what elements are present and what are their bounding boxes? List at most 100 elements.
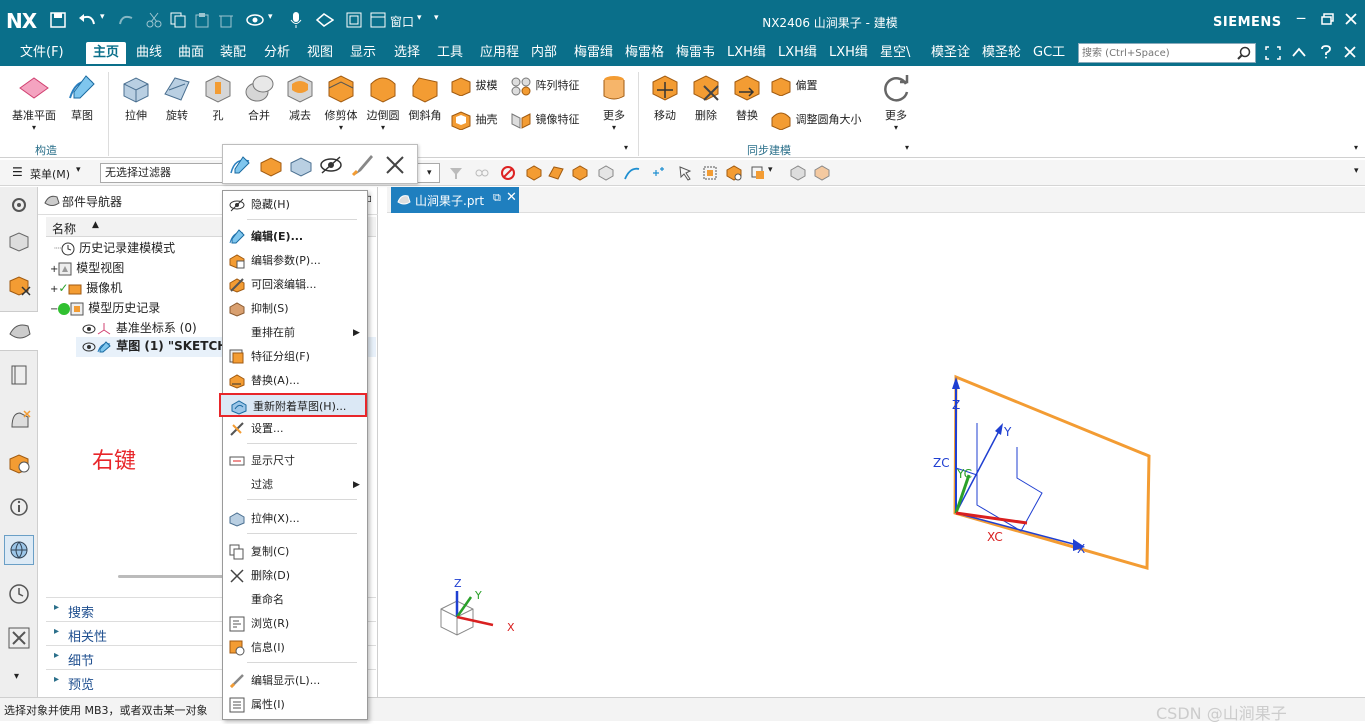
subtract-button[interactable]: 减去 [280, 72, 320, 123]
minimize-button[interactable]: ‒ [1296, 8, 1306, 27]
save-icon[interactable] [50, 12, 66, 28]
sketch-button[interactable]: 草图 [62, 72, 102, 123]
component-select-icon[interactable] [750, 165, 766, 181]
window-menu-dropdown-icon[interactable]: ▾ [417, 13, 422, 23]
move-face-button[interactable]: 移动 [645, 72, 685, 123]
group-dropdown-icon[interactable]: ▾ [905, 143, 909, 152]
unite-button[interactable]: 合并 [239, 72, 279, 123]
sheet-body-icon[interactable] [572, 165, 588, 181]
menu-item-information[interactable]: 信息(I) [223, 636, 367, 660]
assembly-navigator-icon[interactable] [8, 231, 30, 253]
menu-item-delete[interactable]: 删除(D) [223, 564, 367, 588]
menu-item-extrude[interactable]: 拉伸(X)... [223, 507, 367, 531]
no-select-icon[interactable] [500, 165, 516, 181]
tab-lxh-3[interactable]: LXH缉 [825, 42, 871, 64]
tools-icon[interactable] [8, 627, 30, 649]
menu-button[interactable]: 菜单(M) [30, 166, 70, 182]
tab-tools[interactable]: 工具 [433, 42, 469, 64]
menu-item-reorder-before[interactable]: 重排在前 ▶ [223, 321, 367, 345]
menu-hamburger-icon[interactable]: ☰ [12, 165, 23, 179]
tree-item-model-views[interactable]: + 模型视图 [50, 259, 124, 276]
close-button[interactable] [1345, 13, 1357, 25]
tab-custom-2[interactable]: 梅雷格 [621, 42, 667, 64]
redo-icon[interactable] [118, 12, 136, 28]
fullscreen-icon[interactable] [1265, 46, 1281, 60]
constraint-navigator-icon[interactable] [8, 273, 32, 297]
tab-home[interactable]: 主页 [86, 42, 126, 64]
point-icon[interactable] [650, 165, 666, 181]
tab-file[interactable]: 文件(F) [16, 42, 66, 64]
tab-custom-1[interactable]: 梅雷缉 [570, 42, 616, 64]
settings-icon[interactable] [9, 195, 29, 215]
menu-item-feature-group[interactable]: 特征分组(F) [223, 345, 367, 369]
web-browser-icon[interactable] [8, 407, 32, 431]
shell-button[interactable]: 抽壳 [450, 110, 510, 131]
draft-button[interactable]: 拔模 [450, 76, 510, 97]
solid-body-icon[interactable] [526, 165, 542, 181]
trim-body-button[interactable]: 修剪体 ▾ [321, 72, 361, 132]
show-hide-icon[interactable] [246, 14, 264, 26]
restore-button[interactable] [1321, 13, 1334, 25]
menu-item-replace[interactable]: 替换(A)... [223, 369, 367, 393]
command-search[interactable] [1078, 43, 1256, 63]
chevron-down-icon[interactable]: ▾ [768, 165, 773, 175]
menu-item-properties[interactable]: 属性(I) [223, 693, 367, 717]
mirror-feature-button[interactable]: 镜像特征 [510, 110, 590, 130]
menu-item-hide[interactable]: 隐藏(H) [223, 193, 367, 217]
tab-gc-tools[interactable]: GC工 [1029, 42, 1073, 64]
show-hide-dropdown-icon[interactable]: ▾ [268, 12, 273, 22]
collapse-ribbon-icon[interactable] [1292, 47, 1306, 57]
part-navigator-tab[interactable] [0, 311, 38, 351]
edit-sketch-icon[interactable] [229, 153, 253, 177]
delete-face-button[interactable]: 删除 [686, 72, 726, 123]
replace-face-button[interactable]: 替换 [727, 72, 767, 123]
tab-analysis[interactable]: 分析 [260, 42, 296, 64]
more-sync-button[interactable]: 更多 ▾ [876, 72, 916, 132]
command-search-input[interactable] [1079, 44, 1229, 62]
copy-icon[interactable] [170, 12, 186, 28]
extrude-icon[interactable] [289, 153, 313, 177]
delete-icon[interactable] [218, 12, 234, 28]
popout-icon[interactable]: ⧉ [493, 191, 501, 205]
menu-item-edit-parameters[interactable]: 编辑参数(P)... [223, 249, 367, 273]
menu-item-filter[interactable]: 过滤 ▶ [223, 473, 367, 497]
face-icon[interactable] [548, 165, 564, 181]
tab-lxh-2[interactable]: LXH缉 [774, 42, 820, 64]
tab-surface[interactable]: 曲面 [174, 42, 210, 64]
close-part-icon[interactable] [1344, 46, 1356, 58]
chevron-down-icon[interactable]: ▾ [14, 671, 19, 682]
tree-item-model-history[interactable]: − 模型历史记录 [50, 299, 160, 316]
model-viewport[interactable]: Z Y ZC YC XC X Z Y X [387, 213, 1365, 697]
system-materials-tab[interactable] [4, 535, 34, 565]
box-select-icon[interactable] [702, 165, 718, 181]
tree-item-cameras[interactable]: +✓ 摄像机 [50, 279, 122, 296]
more-features-button[interactable]: 更多 ▾ [594, 72, 634, 132]
feature-select-icon[interactable] [726, 165, 742, 181]
group-dropdown-icon[interactable]: ▾ [624, 143, 628, 152]
menu-item-copy[interactable]: 复制(C) [223, 540, 367, 564]
menu-item-rename[interactable]: 重命名 [223, 588, 367, 612]
edit-display-icon[interactable] [351, 153, 375, 177]
tab-select[interactable]: 选择 [390, 42, 426, 64]
menu-item-edit-display[interactable]: 编辑显示(L)... [223, 669, 367, 693]
close-tab-icon[interactable]: ✕ [506, 190, 517, 205]
snap-point-icon[interactable] [678, 165, 694, 181]
body-icon[interactable] [598, 165, 614, 181]
tab-assembly[interactable]: 装配 [216, 42, 252, 64]
link-icon[interactable] [474, 165, 490, 181]
tab-application[interactable]: 应用程 [476, 42, 522, 64]
menu-item-browse[interactable]: 浏览(R) [223, 612, 367, 636]
cut-icon[interactable] [146, 12, 162, 28]
menu-item-settings[interactable]: 设置... [223, 417, 367, 441]
menu-item-reattach-sketch[interactable]: 重新附着草图(H)... [219, 393, 367, 417]
close-icon[interactable] [385, 155, 405, 175]
menu-item-edit[interactable]: 编辑(E)... [223, 225, 367, 249]
history-icon[interactable] [8, 451, 32, 475]
offset-region-button[interactable]: 偏置 [770, 76, 840, 97]
tab-lxh-1[interactable]: LXH缉 [723, 42, 769, 64]
menu-item-show-dimensions[interactable]: 显示尺寸 [223, 449, 367, 473]
tree-item-history-mode[interactable]: ┈ 历史记录建模模式 [54, 239, 175, 256]
quick-access-dropdown-icon[interactable]: ▾ [434, 13, 439, 23]
paste-icon[interactable] [194, 12, 210, 28]
edit-with-rollback-icon[interactable] [259, 153, 283, 177]
